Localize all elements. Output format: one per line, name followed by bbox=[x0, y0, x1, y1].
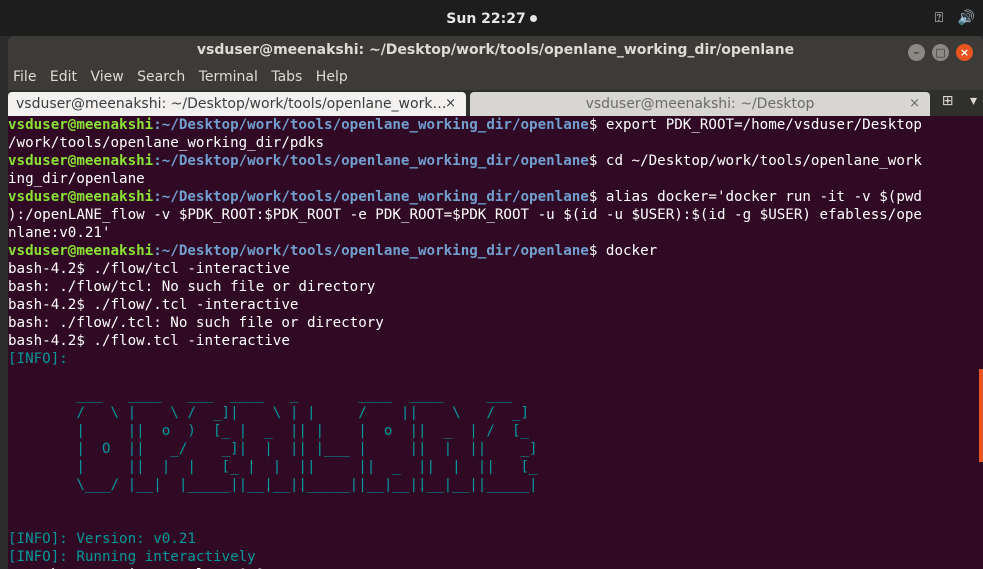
close-button[interactable]: × bbox=[956, 44, 973, 61]
prompt-path: :~/Desktop/work/tools/openlane_working_d… bbox=[153, 153, 589, 169]
terminal-line: ___ ____ ___ ____ _ ____ ____ ___ bbox=[8, 386, 983, 404]
terminal-line: | O || _/ _]| | || |___ | || | || _] bbox=[8, 440, 983, 458]
terminal-line: bash-4.2$ ./flow.tcl -interactive bbox=[8, 332, 983, 350]
output-text: bash-4.2$ ./flow.tcl -interactive bbox=[8, 333, 290, 349]
prompt-path: :~/Desktop/work/tools/openlane_working_d… bbox=[153, 117, 589, 133]
terminal-line: /work/tools/openlane_working_dir/pdks bbox=[8, 134, 983, 152]
terminal-line: bash-4.2$ ./flow/.tcl -interactive bbox=[8, 296, 983, 314]
system-tray: ⍰ 🔊 bbox=[925, 10, 975, 26]
output-text: ):/openLANE_flow -v $PDK_ROOT:$PDK_ROOT … bbox=[8, 207, 922, 223]
terminal-line: [INFO]: bbox=[8, 350, 983, 368]
terminal-line: bash: ./flow/tcl: No such file or direct… bbox=[8, 278, 983, 296]
output-text: / \ | \ / _]| \ | | / || \ / _] bbox=[8, 405, 530, 421]
terminal-line: vsduser@meenakshi:~/Desktop/work/tools/o… bbox=[8, 152, 983, 170]
command-text: $ cd ~/Desktop/work/tools/openlane_work bbox=[588, 153, 922, 169]
output-text: [INFO]: Version: v0.21 bbox=[8, 531, 196, 547]
tab-bar: vsduser@meenakshi: ~/Desktop/work/tools/… bbox=[8, 90, 983, 116]
terminal-line: vsduser@meenakshi:~/Desktop/work/tools/o… bbox=[8, 242, 983, 260]
output-text: | || o ) [_ | _ || | | o || _ | / [_ bbox=[8, 423, 530, 439]
terminal-window: vsduser@meenakshi: ~/Desktop/work/tools/… bbox=[8, 36, 983, 569]
output-text: | O || _/ _]| | || |___ | || | || _] bbox=[8, 441, 538, 457]
terminal-line: bash: ./flow/.tcl: No such file or direc… bbox=[8, 314, 983, 332]
menu-help[interactable]: Help bbox=[311, 66, 348, 85]
terminal-line: bash-4.2$ ./flow/tcl -interactive bbox=[8, 260, 983, 278]
window-title: vsduser@meenakshi: ~/Desktop/work/tools/… bbox=[196, 42, 795, 58]
terminal-lines: vsduser@meenakshi:~/Desktop/work/tools/o… bbox=[8, 116, 983, 569]
tab-menu-icon[interactable]: ▾ bbox=[970, 93, 977, 109]
terminal-line: [INFO]: Running interactively bbox=[8, 548, 983, 566]
title-bar[interactable]: vsduser@meenakshi: ~/Desktop/work/tools/… bbox=[8, 36, 983, 66]
output-text: bash-4.2$ ./flow/tcl -interactive bbox=[8, 261, 290, 277]
terminal-line: vsduser@meenakshi:~/Desktop/work/tools/o… bbox=[8, 188, 983, 206]
menu-edit[interactable]: Edit bbox=[45, 66, 77, 85]
output-text: [INFO]: bbox=[8, 351, 68, 367]
menu-file[interactable]: File bbox=[8, 66, 36, 85]
tab-close-icon[interactable]: × bbox=[909, 92, 920, 116]
command-text: $ docker bbox=[588, 243, 658, 259]
prompt-path: :~/Desktop/work/tools/openlane_working_d… bbox=[153, 243, 589, 259]
output-text: [INFO]: Running interactively bbox=[8, 549, 256, 565]
terminal-line: | || | | [_ | | || || _ || | || [_ bbox=[8, 458, 983, 476]
accessibility-icon[interactable]: ⍰ bbox=[935, 10, 943, 26]
tab-label: vsduser@meenakshi: ~/Desktop bbox=[585, 96, 815, 112]
terminal-line: [INFO]: Version: v0.21 bbox=[8, 530, 983, 548]
prompt-user: vsduser@meenakshi bbox=[8, 117, 154, 133]
terminal-line: nlane:v0.21' bbox=[8, 224, 983, 242]
terminal-line: ):/openLANE_flow -v $PDK_ROOT:$PDK_ROOT … bbox=[8, 206, 983, 224]
notification-dot-icon bbox=[529, 15, 537, 22]
maximize-button[interactable]: □ bbox=[931, 44, 949, 61]
menu-search[interactable]: Search bbox=[132, 66, 185, 85]
tab-label: vsduser@meenakshi: ~/Desktop/work/tools/… bbox=[16, 96, 447, 112]
tab-openlane[interactable]: vsduser@meenakshi: ~/Desktop/work/tools/… bbox=[8, 92, 466, 116]
terminal-line: / \ | \ / _]| \ | | / || \ / _] bbox=[8, 404, 983, 422]
terminal-output[interactable]: vsduser@meenakshi:~/Desktop/work/tools/o… bbox=[8, 116, 983, 569]
menu-terminal[interactable]: Terminal bbox=[194, 66, 258, 85]
terminal-line: | || o ) [_ | _ || | | o || _ | / [_ bbox=[8, 422, 983, 440]
output-text: ___ ____ ___ ____ _ ____ ____ ___ bbox=[8, 387, 512, 403]
menu-view[interactable]: View bbox=[85, 66, 123, 85]
menu-bar: File Edit View Search Terminal Tabs Help bbox=[8, 66, 983, 90]
output-text: bash: ./flow/.tcl: No such file or direc… bbox=[8, 315, 384, 331]
terminal-line: vsduser@meenakshi:~/Desktop/work/tools/o… bbox=[8, 116, 983, 134]
terminal-line: \___/ |__| |_____||__|__||_____||__|__||… bbox=[8, 476, 983, 494]
scrollbar[interactable] bbox=[979, 369, 983, 462]
output-text: /work/tools/openlane_working_dir/pdks bbox=[8, 135, 325, 151]
clock-label: Sun 22:27 bbox=[446, 11, 526, 27]
output-text: | || | | [_ | | || || _ || | || [_ bbox=[8, 459, 538, 475]
minimize-button[interactable]: – bbox=[907, 44, 925, 61]
new-tab-icon[interactable]: ⊞ bbox=[942, 93, 954, 109]
output-text: \___/ |__| |_____||__|__||_____||__|__||… bbox=[8, 477, 538, 493]
tab-desktop[interactable]: vsduser@meenakshi: ~/Desktop × bbox=[470, 92, 930, 116]
menu-tabs[interactable]: Tabs bbox=[266, 66, 302, 85]
prompt-user: vsduser@meenakshi bbox=[8, 243, 154, 259]
output-text: bash-4.2$ ./flow/.tcl -interactive bbox=[8, 297, 299, 313]
output-text: nlane:v0.21' bbox=[8, 225, 111, 241]
output-text: ing_dir/openlane bbox=[8, 171, 145, 187]
clock[interactable]: Sun 22:27 bbox=[0, 11, 983, 27]
system-top-bar: Sun 22:27 ⍰ 🔊 bbox=[0, 0, 983, 36]
command-text: $ alias docker='docker run -it -v $(pwd bbox=[588, 189, 922, 205]
output-text: bash: ./flow/tcl: No such file or direct… bbox=[8, 279, 376, 295]
volume-icon[interactable]: 🔊 bbox=[958, 10, 975, 26]
tab-close-icon[interactable]: × bbox=[445, 92, 456, 116]
prompt-path: :~/Desktop/work/tools/openlane_working_d… bbox=[153, 189, 589, 205]
terminal-line: ing_dir/openlane bbox=[8, 170, 983, 188]
prompt-user: vsduser@meenakshi bbox=[8, 189, 154, 205]
command-text: $ export PDK_ROOT=/home/vsduser/Desktop bbox=[588, 117, 922, 133]
prompt-user: vsduser@meenakshi bbox=[8, 153, 154, 169]
